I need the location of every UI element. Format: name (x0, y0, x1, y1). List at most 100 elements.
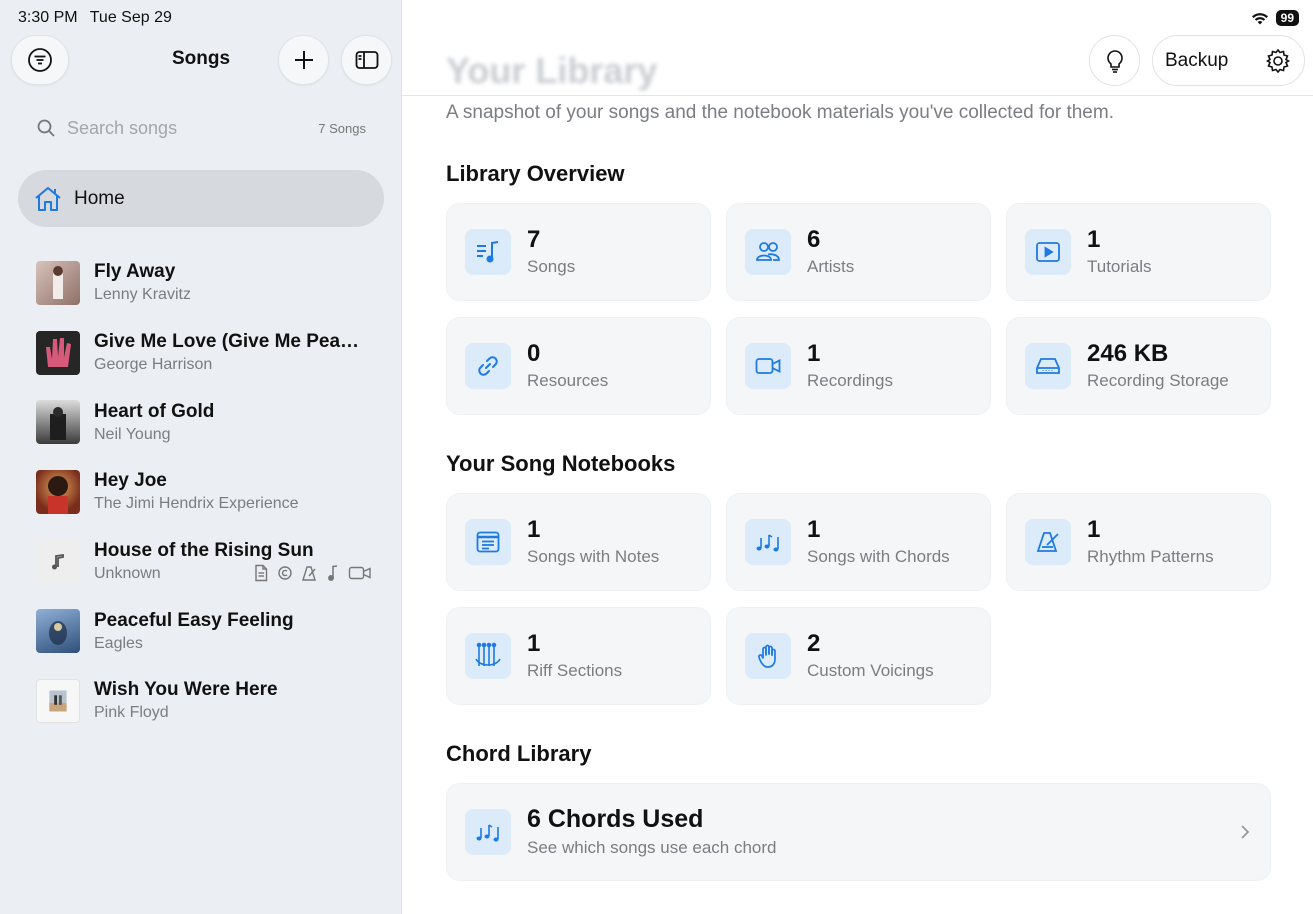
stat-value: 2 (807, 629, 821, 657)
stat-value: 1 (1087, 225, 1101, 253)
section-title-chords: Chord Library (446, 741, 592, 766)
song-title: House of the Rising Sun (94, 540, 314, 562)
stat-value: 1 (807, 515, 821, 543)
stat-card-artists[interactable]: 6 Artists (726, 203, 991, 301)
stat-card-notes[interactable]: 1 Songs with Notes (446, 493, 711, 591)
main-content: Your Library 99 Backup A snapshot of you… (402, 0, 1313, 914)
stat-label: Artists (807, 257, 855, 277)
stat-label: Songs (527, 257, 576, 277)
song-artist: Neil Young (94, 425, 171, 443)
sidebar: 3:30 PM Tue Sep 29 Songs 7 Songs (0, 0, 402, 914)
notebooks-grid: 1 Songs with Notes 1 Songs with Chords 1… (446, 493, 1271, 705)
overview-grid: 7 Songs 6 Artists 1 Tutorials 0 Resource… (446, 203, 1271, 415)
stat-value: 1 (1087, 515, 1101, 543)
toggle-sidebar-button[interactable] (341, 35, 392, 85)
stat-value: 246 KB (1087, 339, 1169, 367)
video-camera-icon (755, 358, 781, 374)
album-art (36, 330, 80, 375)
home-icon (35, 186, 61, 211)
song-title: Peaceful Easy Feeling (94, 609, 294, 631)
chord-library-card[interactable]: 6 Chords Used See which songs use each c… (446, 783, 1271, 881)
song-artist: George Harrison (94, 356, 213, 374)
stat-label: Custom Voicings (807, 661, 934, 681)
song-item[interactable]: Wish You Were Here Pink Floyd (36, 666, 376, 736)
stat-card-recordings[interactable]: 1 Recordings (726, 317, 991, 415)
stat-value: 6 (807, 225, 821, 253)
stat-value: 1 (527, 629, 541, 657)
sidebar-item-home[interactable]: Home (18, 170, 384, 227)
chord-description: See which songs use each chord (527, 837, 777, 857)
backup-settings-group: Backup (1152, 35, 1305, 86)
chevron-right-icon (1241, 825, 1250, 839)
sidebar-item-label: Home (74, 187, 125, 209)
stat-card-voicings[interactable]: 2 Custom Voicings (726, 607, 991, 705)
song-item[interactable]: Peaceful Easy Feeling Eagles (36, 596, 376, 666)
search-bar[interactable]: 7 Songs (36, 116, 366, 140)
song-artist: Eagles (94, 634, 143, 652)
status-indicators: 99 (1250, 10, 1299, 26)
stat-card-chords[interactable]: 1 Songs with Chords (726, 493, 991, 591)
status-date: Tue Sep 29 (89, 9, 172, 26)
metronome-icon (1036, 532, 1059, 552)
song-title: Give Me Love (Give Me Peac... (94, 331, 364, 353)
tips-button[interactable] (1089, 35, 1140, 86)
copyright-icon (278, 566, 292, 581)
backup-button[interactable]: Backup (1165, 50, 1228, 72)
music-note-icon (328, 565, 338, 582)
sidebar-icon (355, 51, 378, 69)
stat-value: 7 (527, 225, 541, 253)
add-song-button[interactable] (278, 35, 329, 85)
sidebar-title: Songs (171, 48, 231, 69)
play-rectangle-icon (1036, 242, 1060, 262)
album-art (36, 400, 80, 445)
music-list-icon (477, 241, 499, 263)
song-artist: The Jimi Hendrix Experience (94, 495, 299, 513)
song-item[interactable]: House of the Rising Sun Unknown (36, 527, 376, 597)
filter-icon (28, 48, 52, 72)
stat-card-resources[interactable]: 0 Resources (446, 317, 711, 415)
song-title: Heart of Gold (94, 400, 215, 422)
song-count: 7 Songs (318, 120, 366, 136)
toolbar-divider (402, 95, 1313, 96)
stat-card-rhythm[interactable]: 1 Rhythm Patterns (1006, 493, 1271, 591)
stat-label: Recordings (807, 371, 893, 391)
music-notes-icon (756, 534, 779, 552)
page-subtitle: A snapshot of your songs and the noteboo… (446, 102, 1114, 123)
stat-card-tutorials[interactable]: 1 Tutorials (1006, 203, 1271, 301)
music-notes-icon (476, 824, 499, 842)
stat-value: 1 (527, 515, 541, 543)
song-item[interactable]: Give Me Love (Give Me Peac... George Har… (36, 318, 376, 388)
stat-card-riffs[interactable]: 1 Riff Sections (446, 607, 711, 705)
stat-value: 1 (807, 339, 821, 367)
video-camera-icon (348, 567, 371, 580)
chord-count: 6 Chords Used (527, 805, 704, 834)
stat-card-songs[interactable]: 7 Songs (446, 203, 711, 301)
lightbulb-icon (1106, 49, 1123, 73)
plus-icon (294, 51, 313, 69)
album-art (36, 469, 80, 514)
filter-button[interactable] (11, 35, 69, 85)
section-title-notebooks: Your Song Notebooks (446, 451, 676, 476)
music-note-icon (52, 553, 64, 570)
section-title-overview: Library Overview (446, 161, 625, 186)
album-art (36, 678, 80, 723)
stat-card-storage[interactable]: 246 KB Recording Storage (1006, 317, 1271, 415)
song-item[interactable]: Hey Joe The Jimi Hendrix Experience (36, 457, 376, 527)
stat-label: Recording Storage (1087, 371, 1229, 391)
document-icon (255, 565, 268, 582)
song-title: Hey Joe (94, 470, 167, 492)
song-title: Wish You Were Here (94, 679, 278, 701)
search-input[interactable] (67, 117, 287, 139)
song-material-icons (252, 564, 372, 582)
search-icon (37, 119, 55, 137)
song-item[interactable]: Fly Away Lenny Kravitz (36, 248, 376, 318)
guitar-neck-icon (475, 642, 501, 666)
gear-icon[interactable] (1264, 47, 1292, 75)
people-icon (756, 242, 780, 261)
song-title: Fly Away (94, 261, 176, 283)
page-title: Your Library (446, 50, 658, 91)
song-item[interactable]: Heart of Gold Neil Young (36, 387, 376, 457)
stat-label: Riff Sections (527, 661, 623, 681)
notes-icon (476, 531, 500, 553)
album-art (36, 539, 80, 584)
